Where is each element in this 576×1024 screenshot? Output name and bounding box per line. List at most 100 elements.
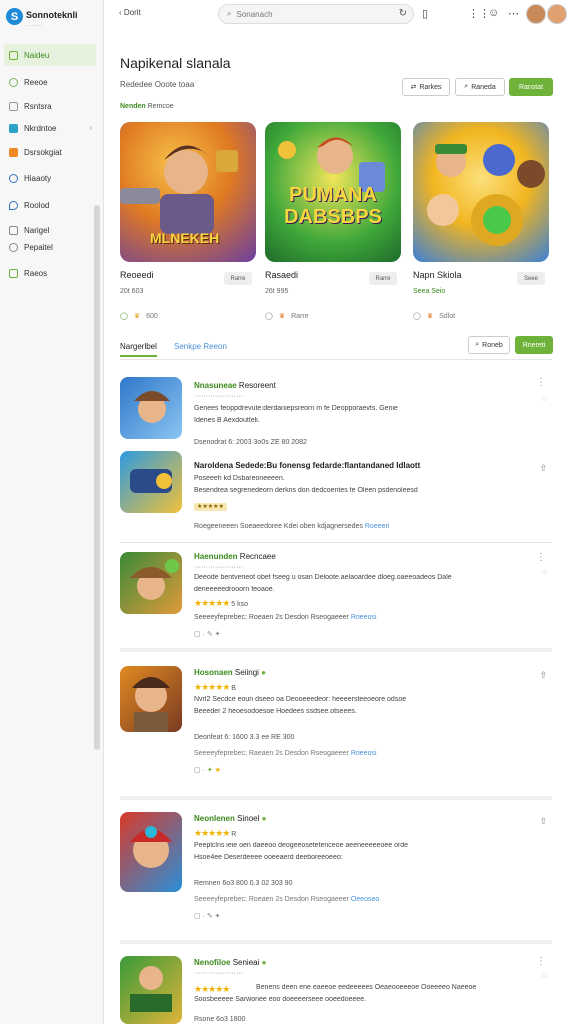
list-item-title: Nnasuneae Resoreent xyxy=(194,381,276,390)
sidebar-item-history[interactable]: Hiaaoty xyxy=(4,167,96,189)
search-input[interactable]: ⌕ Sonanach ↻ xyxy=(218,4,414,24)
list-item[interactable]: Nnasuneae Resoreent ····················… xyxy=(120,377,552,449)
sidebar-item-label: Narigel xyxy=(24,225,50,235)
trophy-icon: ♛ xyxy=(426,313,434,320)
sort-button-label: Raneda xyxy=(471,83,496,91)
search-placeholder: Sonanach xyxy=(236,9,273,19)
list-item-meta: Rsone 6o3 1800 xyxy=(194,1016,246,1023)
list-item-desc2: Beeeder 2 heoesodoesoe Hoedees ssdsee.ot… xyxy=(194,708,357,715)
list-item[interactable]: Haenunden Recncaee ·····················… xyxy=(120,552,552,644)
featured-card[interactable]: Napn Skiola Seee Seea Seio ◯ ♛ Sdlot xyxy=(413,122,549,320)
game-cover-image: PUMANA DABSBPS xyxy=(265,122,401,262)
install-button[interactable]: Ranstat xyxy=(509,78,553,96)
list-item-desc2: Idenes B Aexdoutteli. xyxy=(194,417,260,424)
sidebar-item-label: Raeos xyxy=(24,268,48,278)
bookmark-icon[interactable]: ▯ xyxy=(422,7,428,20)
sidebar-item-label: Hiaaoty xyxy=(24,173,52,183)
sidebar-item-feedback[interactable]: Raeos xyxy=(4,262,96,284)
back-button[interactable]: ‹ Dorit xyxy=(119,8,141,17)
card-get-button[interactable]: Seee xyxy=(517,272,545,285)
list-item[interactable]: Nenofiloe Senieai ● ····················… xyxy=(120,956,552,1024)
card-get-button[interactable]: Rarre xyxy=(369,272,397,285)
list-item[interactable]: Neonlenen Sinoel ● ★★★★★ R Peeplclns iei… xyxy=(120,812,552,932)
app-logo[interactable]: S Sonnoteknli ············ xyxy=(6,5,78,28)
list-item-rating: ★★★★★ B xyxy=(194,682,236,693)
hero-illustration xyxy=(427,144,545,246)
share-icon[interactable]: ⇧ xyxy=(539,670,547,681)
link-icon[interactable]: ◌ xyxy=(542,566,547,576)
sidebar-scrollbar[interactable] xyxy=(94,205,100,750)
card-icon-row: ◯ ♛ 600 xyxy=(120,312,158,321)
list-item-actions[interactable]: ▢ · ✎ ✦ xyxy=(194,630,221,638)
list-item-subtitle: ····················· xyxy=(194,970,243,977)
filter-apply-button[interactable]: Rnereti xyxy=(515,336,553,354)
list-item[interactable]: Naroldena Sedede:Bu fonensg fedarde:flan… xyxy=(120,451,552,541)
list-item-desc: Genees feoppdrevute:derdaniepsreorn m fe… xyxy=(194,405,398,412)
app-name: Sonnoteknli xyxy=(26,10,78,20)
sidebar-item-label: Reeoe xyxy=(24,77,48,87)
card-get-button[interactable]: Rarre xyxy=(224,272,252,285)
sidebar-item-recent[interactable]: Reeoe xyxy=(4,71,96,93)
list-item-link[interactable]: Roeeosi xyxy=(351,614,377,621)
gear-icon xyxy=(9,225,18,235)
sidebar-item-library[interactable]: Rsntsra xyxy=(4,95,96,117)
list-item-actions[interactable]: ▢ · ✎ ✦ xyxy=(194,912,221,920)
link-icon[interactable]: ◌ xyxy=(542,393,547,403)
list-item-thumbnail xyxy=(120,451,182,513)
kebab-menu-icon[interactable]: ⋮ xyxy=(536,552,546,563)
logo-icon: S xyxy=(6,8,23,25)
smile-icon[interactable]: ☺ xyxy=(488,7,499,19)
install-button-label: Ranstat xyxy=(518,83,544,91)
featured-card[interactable]: PUMANA DABSBPS Rasaedi Rarre 26t 995 ◯ ♛ R… xyxy=(265,122,401,320)
trophy-icon: ♛ xyxy=(278,313,286,320)
sort-button[interactable]: ⌕ Roneb xyxy=(468,336,510,354)
list-item-link[interactable]: Roeeeri xyxy=(365,523,390,530)
featured-card[interactable]: MLNEKEH Reoeedi Rarre 20t 603 ◯ ♛ 600 xyxy=(120,122,256,320)
tab-all[interactable]: Nargerlbel xyxy=(120,342,157,357)
card-meta: Seea Seio xyxy=(413,288,446,295)
sidebar: S Sonnoteknli ············ Naideu Reeoe … xyxy=(0,0,104,1024)
filter-button[interactable]: ⇄ Rarkes xyxy=(402,78,450,96)
kebab-menu-icon[interactable]: ⋮ xyxy=(536,956,546,967)
history-icon xyxy=(9,173,18,183)
avatar[interactable] xyxy=(526,4,546,24)
sidebar-item-security[interactable]: Roolod xyxy=(4,194,96,216)
list-item-actions[interactable]: ▢ · ✦ ★ xyxy=(194,766,221,774)
tab-other[interactable]: Senkpe Reeon xyxy=(174,342,227,351)
rating-count: 5 kso xyxy=(231,601,249,608)
shield-icon xyxy=(9,200,18,210)
sidebar-item-network[interactable]: Nkrdntoe › xyxy=(4,117,96,139)
card-icon-text: Rarre xyxy=(291,312,309,320)
more-icon[interactable]: ⋯ xyxy=(508,7,519,20)
list-item-footer: Seeeeyfeprebec; Roeaen 2s Desdon Rseogae… xyxy=(194,896,380,903)
list-item-link[interactable]: Oeeoseo xyxy=(351,896,379,903)
sidebar-item-home[interactable]: Naideu xyxy=(4,44,96,66)
card-title: Reoeedi xyxy=(120,270,154,280)
sidebar-item-label: Rsntsra xyxy=(24,101,52,111)
sort-button[interactable]: ⌕ Raneda xyxy=(455,78,505,96)
list-item-desc: Benens deen ene eaeeoe eedeeeees Oeaeooe… xyxy=(256,984,477,991)
avatar-secondary[interactable] xyxy=(547,4,567,24)
trophy-icon: ♛ xyxy=(133,313,141,320)
refresh-icon[interactable]: ↻ xyxy=(399,8,407,19)
divider xyxy=(120,796,552,800)
list-item-title-rest: Recncaee xyxy=(239,552,276,561)
divider xyxy=(120,648,552,652)
link-icon[interactable]: ◌ xyxy=(542,970,547,980)
sidebar-item-downloads[interactable]: Dsrsokgiat xyxy=(4,141,96,163)
share-icon[interactable]: ⇧ xyxy=(539,463,547,474)
list-item-tags: ★★★★★ xyxy=(194,503,227,511)
list-item[interactable]: Hosonaen Seiingi ● ★★★★★ B Nvrl2 Secdce … xyxy=(120,666,552,786)
verified-icon: ● xyxy=(261,668,266,677)
sidebar-item-profile[interactable]: Pepaitel xyxy=(4,236,96,258)
share-icon[interactable]: ⇧ xyxy=(539,816,547,827)
list-item-link[interactable]: Roeeosi xyxy=(351,750,377,757)
apps-grid-icon[interactable]: ⋮⋮ xyxy=(468,7,490,20)
list-item-thumbnail xyxy=(120,812,182,892)
folder-icon xyxy=(9,101,18,111)
pin-icon: ◯ xyxy=(413,313,421,320)
rating-count: B xyxy=(231,685,236,692)
list-item-meta: Seeeeyfeprebec; Roeaen 2s Desdon Rseogae… xyxy=(194,614,377,621)
kebab-menu-icon[interactable]: ⋮ xyxy=(536,377,546,388)
section-label-rest: Remcoe xyxy=(147,103,174,110)
